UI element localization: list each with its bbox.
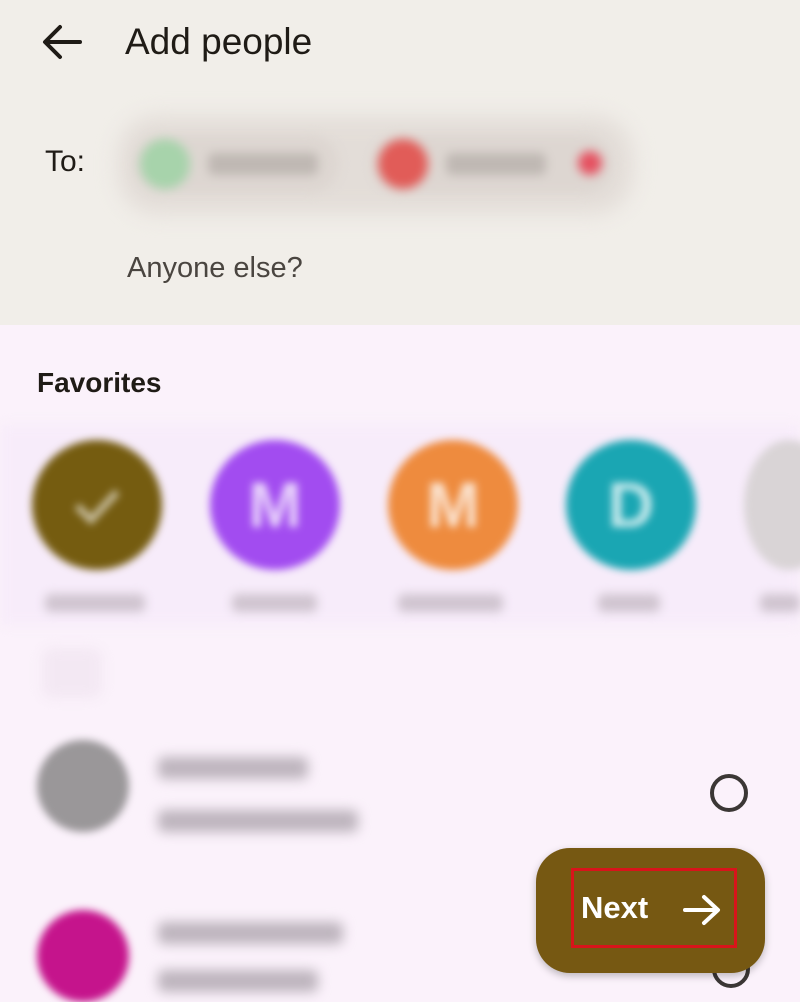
heart-badge-icon [578,151,602,175]
avatar-initial: D [607,469,655,541]
section-letter-header [42,648,102,698]
select-radio[interactable] [710,774,748,812]
contact-name-blurred [158,922,343,944]
check-icon [74,489,120,526]
favorite-name-blurred [45,594,145,612]
avatar [37,740,129,832]
back-button[interactable] [36,18,88,66]
recipient-chip[interactable] [372,135,612,193]
avatar [378,139,428,189]
avatar-initial: M [248,469,302,541]
recipient-chip[interactable] [134,135,339,193]
chip-name-blurred [446,153,546,175]
avatar [140,139,190,189]
arrow-right-icon [683,895,720,925]
next-button-label: Next [581,890,649,925]
chip-name-blurred [208,153,318,175]
favorite-contact[interactable]: M [388,440,518,570]
favorite-name-blurred [232,594,317,612]
favorite-name-blurred [760,594,800,612]
contact-name-blurred [158,757,308,779]
avatar-initial: M [426,469,480,541]
contact-number-blurred [158,970,318,992]
contact-number-blurred [158,810,358,832]
favorite-contact[interactable] [32,440,162,570]
favorite-name-blurred [398,594,503,612]
favorite-name-blurred [598,594,660,612]
favorite-contact[interactable]: M [210,440,340,570]
add-recipient-input[interactable]: Anyone else? [127,252,303,285]
arrow-left-icon [43,25,82,59]
avatar [37,910,129,1002]
page-title: Add people [125,21,313,62]
to-label: To: [45,145,86,178]
favorites-heading: Favorites [37,367,162,398]
favorite-contact[interactable]: D [566,440,696,570]
